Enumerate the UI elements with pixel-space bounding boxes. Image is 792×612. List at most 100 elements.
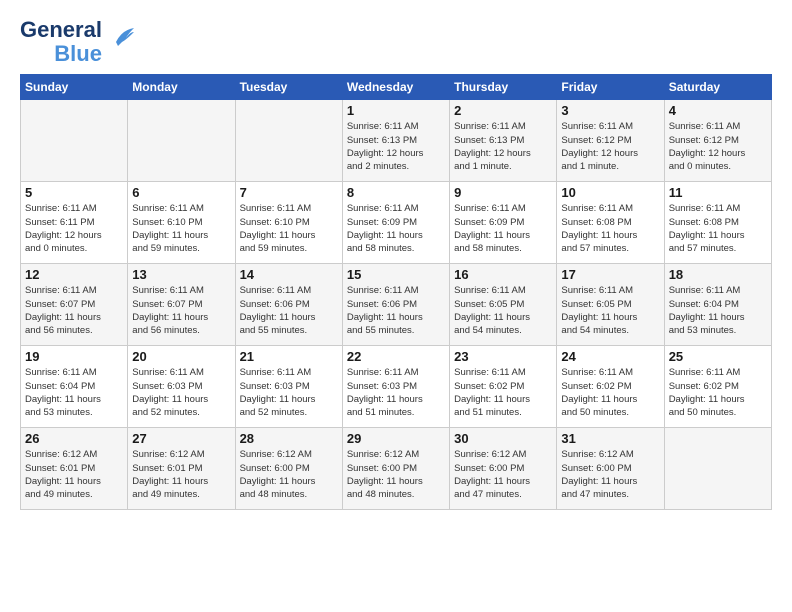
day-info: Sunrise: 6:11 AM Sunset: 6:09 PM Dayligh… [454,202,552,255]
weekday-header: Friday [557,75,664,100]
day-number: 23 [454,349,552,364]
day-info: Sunrise: 6:11 AM Sunset: 6:03 PM Dayligh… [132,366,230,419]
day-info: Sunrise: 6:11 AM Sunset: 6:13 PM Dayligh… [454,120,552,173]
day-info: Sunrise: 6:11 AM Sunset: 6:12 PM Dayligh… [561,120,659,173]
day-info: Sunrise: 6:11 AM Sunset: 6:02 PM Dayligh… [561,366,659,419]
day-info: Sunrise: 6:11 AM Sunset: 6:03 PM Dayligh… [240,366,338,419]
day-number: 10 [561,185,659,200]
calendar-cell [128,100,235,182]
weekday-header: Sunday [21,75,128,100]
day-number: 30 [454,431,552,446]
day-number: 4 [669,103,767,118]
weekday-header: Thursday [450,75,557,100]
day-number: 24 [561,349,659,364]
day-number: 31 [561,431,659,446]
day-number: 16 [454,267,552,282]
day-number: 1 [347,103,445,118]
calendar-cell: 5 Sunrise: 6:11 AM Sunset: 6:11 PM Daylig… [21,182,128,264]
day-number: 25 [669,349,767,364]
calendar-cell: 30 Sunrise: 6:12 AM Sunset: 6:00 PM Dayli… [450,428,557,510]
day-info: Sunrise: 6:12 AM Sunset: 6:00 PM Dayligh… [454,448,552,501]
calendar-cell: 9 Sunrise: 6:11 AM Sunset: 6:09 PM Daylig… [450,182,557,264]
day-number: 18 [669,267,767,282]
calendar-cell: 21 Sunrise: 6:11 AM Sunset: 6:03 PM Dayli… [235,346,342,428]
day-info: Sunrise: 6:11 AM Sunset: 6:06 PM Dayligh… [347,284,445,337]
logo-bird-icon [108,24,136,52]
day-number: 6 [132,185,230,200]
day-info: Sunrise: 6:12 AM Sunset: 6:00 PM Dayligh… [347,448,445,501]
day-number: 12 [25,267,123,282]
day-number: 29 [347,431,445,446]
calendar-cell: 2 Sunrise: 6:11 AM Sunset: 6:13 PM Daylig… [450,100,557,182]
calendar-cell [235,100,342,182]
calendar-cell: 19 Sunrise: 6:11 AM Sunset: 6:04 PM Dayli… [21,346,128,428]
calendar-cell: 23 Sunrise: 6:11 AM Sunset: 6:02 PM Dayli… [450,346,557,428]
calendar-cell: 16 Sunrise: 6:11 AM Sunset: 6:05 PM Dayli… [450,264,557,346]
day-info: Sunrise: 6:11 AM Sunset: 6:10 PM Dayligh… [132,202,230,255]
day-number: 21 [240,349,338,364]
day-number: 17 [561,267,659,282]
day-number: 14 [240,267,338,282]
calendar-cell: 25 Sunrise: 6:11 AM Sunset: 6:02 PM Dayli… [664,346,771,428]
calendar-cell: 1 Sunrise: 6:11 AM Sunset: 6:13 PM Daylig… [342,100,449,182]
day-info: Sunrise: 6:11 AM Sunset: 6:07 PM Dayligh… [132,284,230,337]
day-number: 13 [132,267,230,282]
calendar-cell: 28Sunrise: 6:12 AM Sunset: 6:00 PM Dayli… [235,428,342,510]
calendar-cell: 29 Sunrise: 6:12 AM Sunset: 6:00 PM Dayli… [342,428,449,510]
calendar-cell: 14Sunrise: 6:11 AM Sunset: 6:06 PM Dayli… [235,264,342,346]
day-info: Sunrise: 6:11 AM Sunset: 6:11 PM Dayligh… [25,202,123,255]
calendar-cell: 8Sunrise: 6:11 AM Sunset: 6:09 PM Daylig… [342,182,449,264]
calendar-header-row: SundayMondayTuesdayWednesdayThursdayFrid… [21,75,772,100]
calendar-cell: 18Sunrise: 6:11 AM Sunset: 6:04 PM Dayli… [664,264,771,346]
day-number: 15 [347,267,445,282]
calendar-cell: 10 Sunrise: 6:11 AM Sunset: 6:08 PM Dayli… [557,182,664,264]
weekday-header: Saturday [664,75,771,100]
day-number: 20 [132,349,230,364]
calendar-week-row: 19 Sunrise: 6:11 AM Sunset: 6:04 PM Dayli… [21,346,772,428]
calendar-cell: 31 Sunrise: 6:12 AM Sunset: 6:00 PM Dayli… [557,428,664,510]
calendar-cell [21,100,128,182]
calendar-cell: 3 Sunrise: 6:11 AM Sunset: 6:12 PM Daylig… [557,100,664,182]
day-info: Sunrise: 6:11 AM Sunset: 6:02 PM Dayligh… [669,366,767,419]
day-info: Sunrise: 6:11 AM Sunset: 6:12 PM Dayligh… [669,120,767,173]
calendar-cell: 22Sunrise: 6:11 AM Sunset: 6:03 PM Dayli… [342,346,449,428]
calendar-cell: 6 Sunrise: 6:11 AM Sunset: 6:10 PM Daylig… [128,182,235,264]
day-number: 9 [454,185,552,200]
logo: General Blue [20,18,136,66]
day-info: Sunrise: 6:11 AM Sunset: 6:02 PM Dayligh… [454,366,552,419]
calendar-cell [664,428,771,510]
calendar-cell: 12 Sunrise: 6:11 AM Sunset: 6:07 PM Dayli… [21,264,128,346]
day-number: 5 [25,185,123,200]
calendar-body: 1 Sunrise: 6:11 AM Sunset: 6:13 PM Daylig… [21,100,772,510]
weekday-header: Monday [128,75,235,100]
day-info: Sunrise: 6:11 AM Sunset: 6:05 PM Dayligh… [454,284,552,337]
calendar-week-row: 12 Sunrise: 6:11 AM Sunset: 6:07 PM Dayli… [21,264,772,346]
day-info: Sunrise: 6:11 AM Sunset: 6:04 PM Dayligh… [25,366,123,419]
logo-general: General [20,18,102,42]
day-number: 11 [669,185,767,200]
day-info: Sunrise: 6:11 AM Sunset: 6:05 PM Dayligh… [561,284,659,337]
calendar-week-row: 5 Sunrise: 6:11 AM Sunset: 6:11 PM Daylig… [21,182,772,264]
day-info: Sunrise: 6:11 AM Sunset: 6:13 PM Dayligh… [347,120,445,173]
day-info: Sunrise: 6:12 AM Sunset: 6:01 PM Dayligh… [25,448,123,501]
day-info: Sunrise: 6:12 AM Sunset: 6:00 PM Dayligh… [240,448,338,501]
calendar-table: SundayMondayTuesdayWednesdayThursdayFrid… [20,74,772,510]
weekday-header: Wednesday [342,75,449,100]
page-container: General Blue SundayMondayTuesdayWednesda… [0,0,792,520]
day-info: Sunrise: 6:11 AM Sunset: 6:08 PM Dayligh… [561,202,659,255]
weekday-header: Tuesday [235,75,342,100]
day-info: Sunrise: 6:11 AM Sunset: 6:07 PM Dayligh… [25,284,123,337]
day-info: Sunrise: 6:11 AM Sunset: 6:10 PM Dayligh… [240,202,338,255]
day-info: Sunrise: 6:11 AM Sunset: 6:09 PM Dayligh… [347,202,445,255]
calendar-week-row: 1 Sunrise: 6:11 AM Sunset: 6:13 PM Daylig… [21,100,772,182]
day-number: 3 [561,103,659,118]
day-number: 19 [25,349,123,364]
calendar-cell: 7Sunrise: 6:11 AM Sunset: 6:10 PM Daylig… [235,182,342,264]
logo-blue: Blue [54,42,102,66]
calendar-week-row: 26Sunrise: 6:12 AM Sunset: 6:01 PM Dayli… [21,428,772,510]
day-number: 2 [454,103,552,118]
calendar-cell: 26Sunrise: 6:12 AM Sunset: 6:01 PM Dayli… [21,428,128,510]
day-info: Sunrise: 6:12 AM Sunset: 6:00 PM Dayligh… [561,448,659,501]
calendar-cell: 17 Sunrise: 6:11 AM Sunset: 6:05 PM Dayli… [557,264,664,346]
calendar-cell: 27Sunrise: 6:12 AM Sunset: 6:01 PM Dayli… [128,428,235,510]
